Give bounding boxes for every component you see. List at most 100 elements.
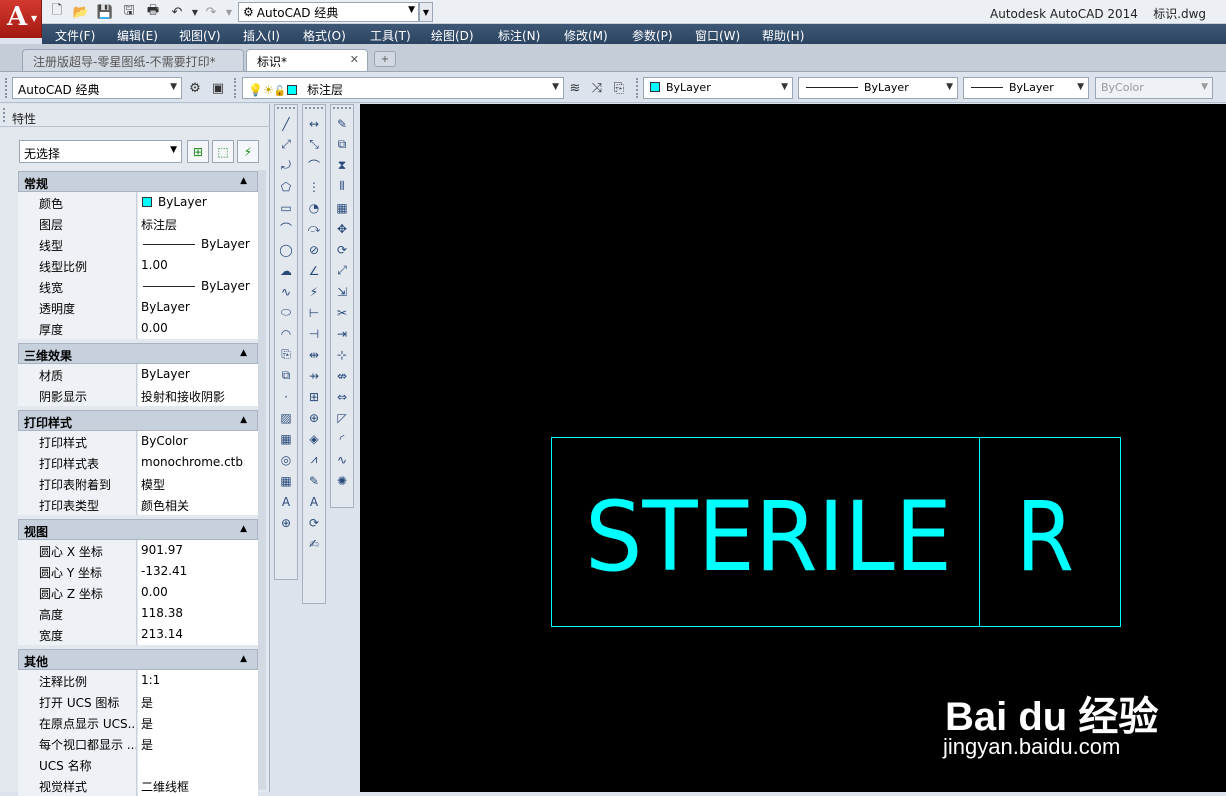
property-row[interactable]: 线型 ByLayer xyxy=(18,234,258,255)
erase-icon[interactable]: ✎ xyxy=(331,113,353,134)
scale-icon[interactable]: ⤢ xyxy=(331,260,353,281)
section-header[interactable]: 常规 ▲ xyxy=(18,171,258,192)
dim-text-edit-icon[interactable]: A xyxy=(303,491,325,512)
tab-drawing-1[interactable]: 注册版超导-零星图纸-不需要打印* xyxy=(22,49,244,71)
section-header[interactable]: 视图 ▲ xyxy=(18,519,258,540)
new-file-icon[interactable]: 🗋 xyxy=(48,3,66,21)
property-row[interactable]: 圆心 Y 坐标 -132.41 xyxy=(18,561,258,582)
property-value[interactable]: ByColor xyxy=(138,431,258,452)
menu-item-3[interactable]: 视图(V) xyxy=(179,27,221,44)
customize-quick-access-button[interactable]: ▼ xyxy=(419,2,433,22)
circle-icon[interactable]: ◯ xyxy=(275,239,297,260)
property-value[interactable]: 901.97 xyxy=(138,540,258,561)
property-value[interactable]: 投射和接收阴影 xyxy=(138,385,258,406)
property-value[interactable]: 1:1 xyxy=(138,670,258,691)
move-icon[interactable]: ✥ xyxy=(331,218,353,239)
property-row[interactable]: 透明度 ByLayer xyxy=(18,297,258,318)
property-row[interactable]: 图层 标注层 xyxy=(18,213,258,234)
property-row[interactable]: 线宽 ByLayer xyxy=(18,276,258,297)
collapse-icon[interactable]: ▲ xyxy=(240,176,247,186)
ellipse-icon[interactable]: ⬭ xyxy=(275,302,297,323)
property-value[interactable]: 1.00 xyxy=(138,255,258,276)
workspace-select[interactable]: ⚙ AutoCAD 经典 ▼ xyxy=(238,2,419,22)
construction-line-icon[interactable]: ⤢ xyxy=(275,134,297,155)
jogged-icon[interactable]: ⤼ xyxy=(303,218,325,239)
redo-icon[interactable]: ↷ xyxy=(202,3,220,21)
property-row[interactable]: 线型比例 1.00 xyxy=(18,255,258,276)
quick-dim-icon[interactable]: ⚡ xyxy=(303,281,325,302)
property-value[interactable]: 颜色相关 xyxy=(138,494,258,515)
stretch-icon[interactable]: ⇲ xyxy=(331,281,353,302)
diameter-icon[interactable]: ⊘ xyxy=(303,239,325,260)
r-text[interactable]: R xyxy=(1016,481,1074,593)
section-header[interactable]: 三维效果 ▲ xyxy=(18,343,258,364)
polygon-icon[interactable]: ⬠ xyxy=(275,176,297,197)
select-objects-icon[interactable]: ⬚ xyxy=(212,140,234,163)
layer-previous-icon[interactable]: ⎘ xyxy=(610,79,628,97)
collapse-icon[interactable]: ▲ xyxy=(240,524,247,534)
gradient-icon[interactable]: ▦ xyxy=(275,428,297,449)
property-row[interactable]: 材质 ByLayer xyxy=(18,364,258,385)
property-value[interactable]: 标注层 xyxy=(138,213,258,234)
menu-item-8[interactable]: 标注(N) xyxy=(498,27,540,44)
arc-length-icon[interactable]: ⌒ xyxy=(303,155,325,176)
continue-icon[interactable]: ⊣ xyxy=(303,323,325,344)
extend-icon[interactable]: ⇥ xyxy=(331,323,353,344)
selection-combo[interactable]: 无选择 ▼ xyxy=(19,140,182,163)
inspection-icon[interactable]: ◈ xyxy=(303,428,325,449)
revcloud-icon[interactable]: ☁ xyxy=(275,260,297,281)
blend-icon[interactable]: ∿ xyxy=(331,449,353,470)
property-value[interactable]: 118.38 xyxy=(138,603,258,624)
close-icon[interactable]: ✕ xyxy=(350,53,359,66)
collapse-icon[interactable]: ▲ xyxy=(240,415,247,425)
property-row[interactable]: 颜色 ByLayer xyxy=(18,192,258,213)
section-header[interactable]: 打印样式 ▲ xyxy=(18,410,258,431)
property-row[interactable]: 圆心 Z 坐标 0.00 xyxy=(18,582,258,603)
undo-icon[interactable]: ↶ xyxy=(168,3,186,21)
menu-item-2[interactable]: 编辑(E) xyxy=(117,27,158,44)
hatch-icon[interactable]: ▨ xyxy=(275,407,297,428)
chamfer-icon[interactable]: ◸ xyxy=(331,407,353,428)
save-icon[interactable]: 💾 xyxy=(96,3,114,21)
rectangle-icon[interactable]: ▭ xyxy=(275,197,297,218)
property-value[interactable]: 模型 xyxy=(138,473,258,494)
make-current-layer-icon[interactable]: ⤨ xyxy=(588,79,606,97)
layer-combo[interactable]: 💡☀🔓 标注层 ▼ xyxy=(242,77,564,99)
join-icon[interactable]: ⇔ xyxy=(331,386,353,407)
lineweight-combo[interactable]: ByLayer ▼ xyxy=(963,77,1089,99)
property-value[interactable]: ByLayer xyxy=(138,234,258,255)
mirror-icon[interactable]: ⧗ xyxy=(331,155,353,176)
property-value[interactable]: 0.00 xyxy=(138,318,258,339)
dim-space-icon[interactable]: ⇹ xyxy=(303,344,325,365)
property-row[interactable]: 厚度 0.00 xyxy=(18,318,258,339)
property-row[interactable]: 高度 118.38 xyxy=(18,603,258,624)
property-row[interactable]: 打印表类型 颜色相关 xyxy=(18,494,258,515)
linear-dim-icon[interactable]: ↔ xyxy=(303,113,325,134)
property-value[interactable] xyxy=(138,754,258,775)
menu-item-9[interactable]: 修改(M) xyxy=(564,27,608,44)
color-combo[interactable]: ByLayer ▼ xyxy=(643,77,793,99)
property-value[interactable]: 0.00 xyxy=(138,582,258,603)
property-value[interactable]: ByLayer xyxy=(138,276,258,297)
property-row[interactable]: 视觉样式 二维线框 xyxy=(18,775,258,796)
aligned-dim-icon[interactable]: ⤡ xyxy=(303,134,325,155)
angular-icon[interactable]: ∠ xyxy=(303,260,325,281)
new-tab-button[interactable]: + xyxy=(374,51,396,67)
copy-icon[interactable]: ⧉ xyxy=(331,134,353,155)
baseline-icon[interactable]: ⊢ xyxy=(303,302,325,323)
property-row[interactable]: 在原点显示 UCS... 是 xyxy=(18,712,258,733)
sterile-text[interactable]: STERILE xyxy=(585,481,952,593)
break-point-icon[interactable]: ⊹ xyxy=(331,344,353,365)
property-value[interactable]: ByLayer xyxy=(138,297,258,318)
property-row[interactable]: 每个视口都显示 ... 是 xyxy=(18,733,258,754)
spline-icon[interactable]: ∿ xyxy=(275,281,297,302)
property-row[interactable]: 圆心 X 坐标 901.97 xyxy=(18,540,258,561)
rotate-icon[interactable]: ⟳ xyxy=(331,239,353,260)
toolbar-grip[interactable] xyxy=(636,78,640,98)
palette-grip[interactable] xyxy=(3,108,7,122)
insert-block-icon[interactable]: ⎘ xyxy=(275,344,297,365)
menu-item-4[interactable]: 插入(I) xyxy=(243,27,280,44)
dim-update-icon[interactable]: ⟳ xyxy=(303,512,325,533)
section-header[interactable]: 其他 ▲ xyxy=(18,649,258,670)
ellipse-arc-icon[interactable]: ◠ xyxy=(275,323,297,344)
